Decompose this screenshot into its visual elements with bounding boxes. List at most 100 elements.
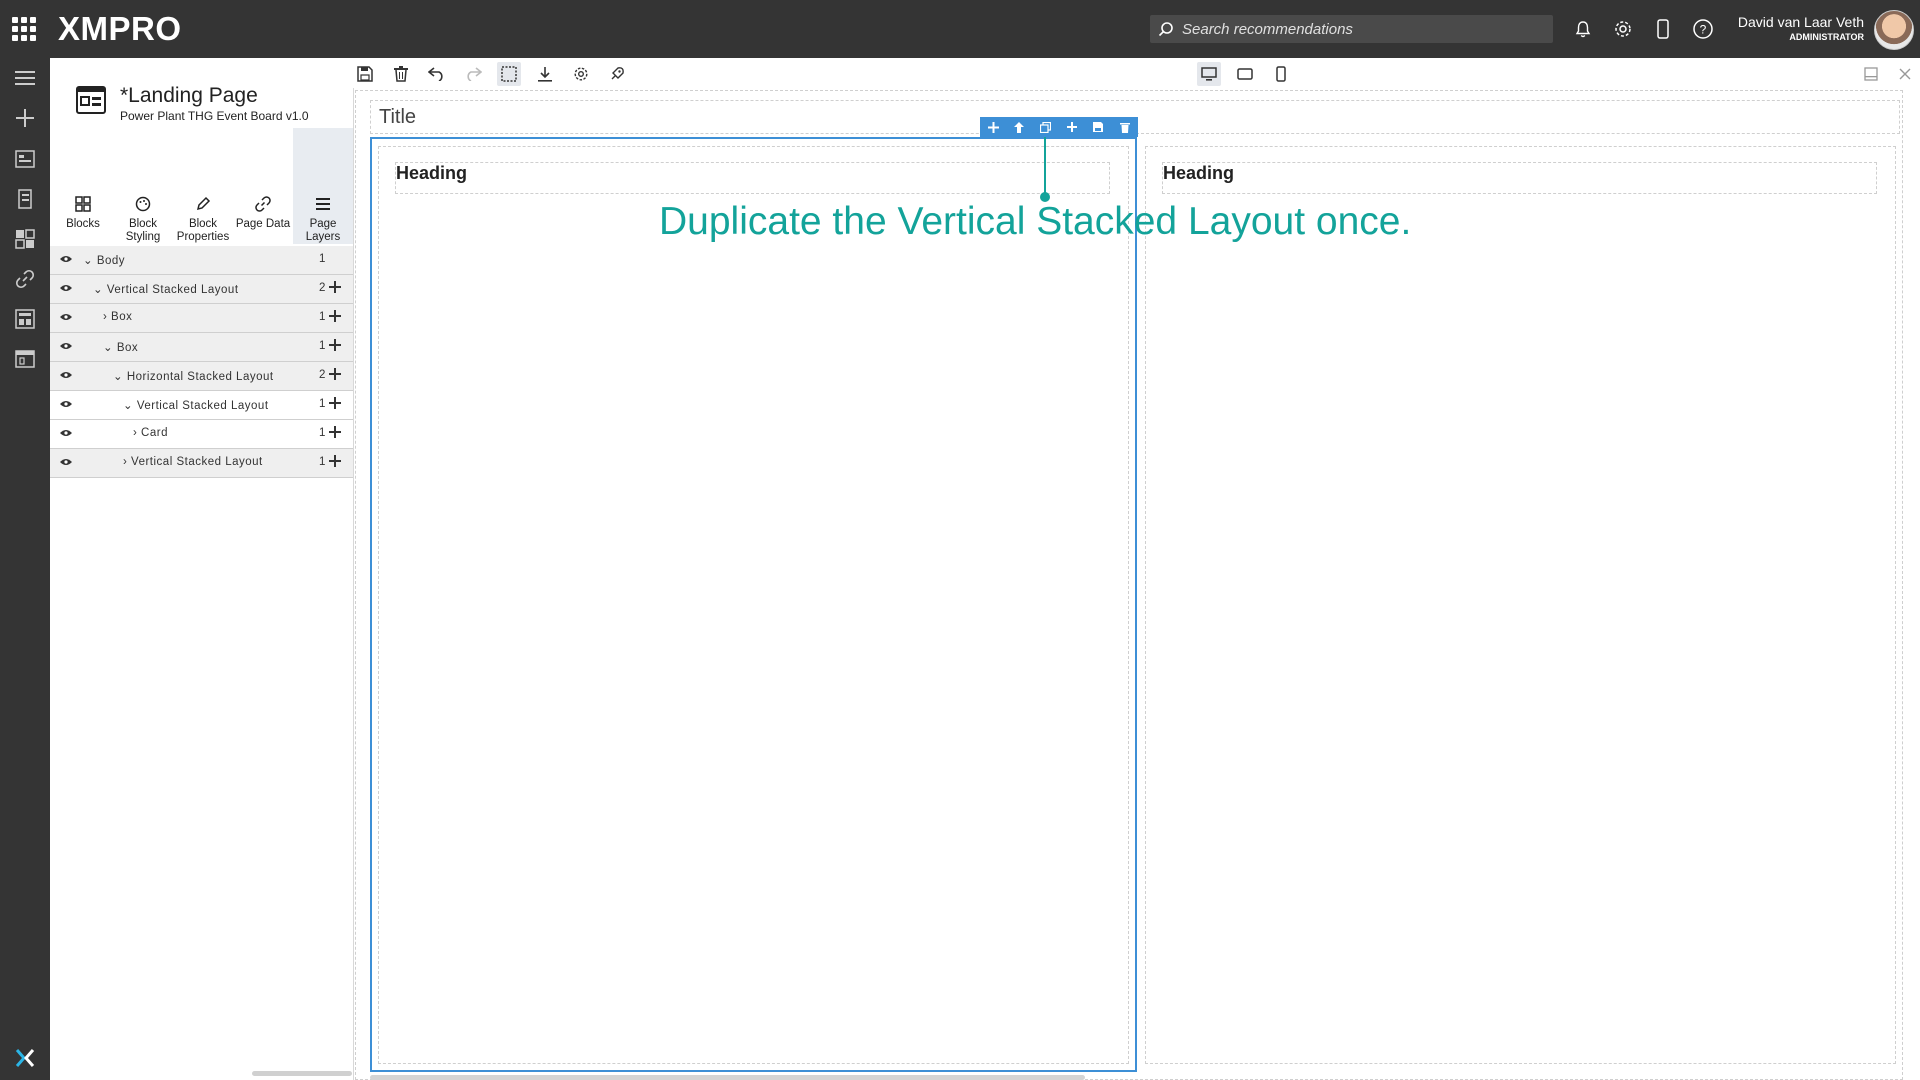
- tab-block-properties[interactable]: Block Properties: [173, 128, 233, 244]
- palette-icon: [135, 196, 151, 212]
- eye-icon[interactable]: [60, 255, 72, 263]
- eye-icon[interactable]: [60, 284, 72, 292]
- move-handle-icon[interactable]: [329, 310, 341, 322]
- layer-name: Card: [141, 427, 168, 439]
- user-name: David van Laar Veth: [1737, 14, 1864, 30]
- delete-icon[interactable]: [389, 62, 413, 86]
- layer-row-box[interactable]: › Box 1: [50, 304, 353, 333]
- chevron-down-icon[interactable]: ⌄: [103, 342, 113, 354]
- svg-text:?: ?: [1700, 23, 1707, 37]
- layer-row-vertical-stacked-layout[interactable]: ⌄ Vertical Stacked Layout 1: [50, 391, 353, 420]
- chevron-down-icon[interactable]: ⌄: [83, 255, 93, 267]
- tab-blocks-label: Blocks: [66, 218, 100, 230]
- layer-name: Vertical Stacked Layout: [106, 284, 239, 296]
- add-block-icon[interactable]: [1063, 118, 1081, 136]
- eye-icon[interactable]: [60, 371, 72, 379]
- block-actions-toolbar: [980, 117, 1138, 137]
- tab-block-styling[interactable]: Block Styling: [113, 128, 173, 244]
- duplicate-icon[interactable]: [1037, 118, 1055, 136]
- page-layers-tree: ⌄ Body 1 ⌄ Vertical Stacked Layout 2 › B…: [50, 246, 353, 478]
- settings-gear-icon[interactable]: [1610, 16, 1636, 42]
- move-handle-icon[interactable]: [329, 455, 341, 467]
- redo-icon[interactable]: [461, 62, 485, 86]
- eye-icon[interactable]: [60, 342, 72, 350]
- mobile-view-icon[interactable]: [1269, 62, 1293, 86]
- dashboard-icon[interactable]: [12, 226, 38, 252]
- download-icon[interactable]: [533, 62, 557, 86]
- page-subtitle: Power Plant THG Event Board v1.0: [120, 109, 309, 123]
- chevron-right-icon[interactable]: ›: [103, 311, 107, 323]
- tab-page-data[interactable]: Page Data: [233, 128, 293, 244]
- heading-text: Heading: [1163, 163, 1235, 183]
- tab-block-properties-label: Block Properties: [176, 218, 230, 243]
- tab-blocks[interactable]: Blocks: [53, 128, 113, 244]
- eye-icon[interactable]: [60, 400, 72, 408]
- add-icon[interactable]: [12, 105, 38, 131]
- move-handle-icon[interactable]: [329, 281, 341, 293]
- tablet-view-icon[interactable]: [1233, 62, 1257, 86]
- move-handle-icon[interactable]: [329, 368, 341, 380]
- desktop-view-icon[interactable]: [1197, 62, 1221, 86]
- layer-row-vertical-stacked-layout[interactable]: › Vertical Stacked Layout 1: [50, 449, 353, 478]
- layer-child-count: 2: [319, 369, 326, 381]
- publish-rocket-icon[interactable]: [605, 62, 629, 86]
- chevron-down-icon[interactable]: ⌄: [123, 400, 133, 412]
- mobile-device-icon[interactable]: [1650, 16, 1676, 42]
- pencil-icon: [196, 196, 211, 211]
- xmpro-logo[interactable]: XMPRO: [58, 10, 182, 48]
- eye-icon[interactable]: [60, 313, 72, 321]
- select-parent-icon[interactable]: [1010, 118, 1028, 136]
- layer-row-vertical-stacked-layout[interactable]: ⌄ Vertical Stacked Layout 2: [50, 275, 353, 304]
- data-stream-icon[interactable]: [12, 306, 38, 332]
- apps-list-icon[interactable]: [12, 146, 38, 172]
- xmpro-x-logo-icon[interactable]: [12, 1045, 38, 1071]
- hamburger-menu-icon[interactable]: [12, 65, 38, 91]
- layer-row-card[interactable]: › Card 1: [50, 420, 353, 449]
- left-nav: [0, 58, 50, 1080]
- search-input[interactable]: [1180, 19, 1544, 39]
- chevron-right-icon[interactable]: ›: [133, 427, 137, 439]
- save-icon[interactable]: [353, 62, 377, 86]
- user-info[interactable]: David van Laar Veth ADMINISTRATOR: [1738, 14, 1864, 42]
- maximize-icon[interactable]: [1859, 62, 1883, 86]
- page-designer-panel: *Landing Page Power Plant THG Event Boar…: [50, 58, 354, 1080]
- avatar[interactable]: [1874, 10, 1914, 50]
- title-text: Title: [379, 106, 417, 128]
- tab-page-data-label: Page Data: [235, 218, 291, 230]
- link-icon[interactable]: [12, 266, 38, 292]
- undo-icon[interactable]: [425, 62, 449, 86]
- selected-block-outline[interactable]: [370, 137, 1137, 1072]
- move-handle-icon[interactable]: [329, 397, 341, 409]
- move-icon[interactable]: [984, 118, 1002, 136]
- move-handle-icon[interactable]: [329, 339, 341, 351]
- search-box[interactable]: [1150, 15, 1553, 43]
- tab-page-layers[interactable]: Page Layers: [293, 128, 353, 244]
- layer-row-body[interactable]: ⌄ Body 1: [50, 246, 353, 275]
- panel-scrollbar[interactable]: [252, 1071, 352, 1076]
- layer-row-horizontal-stacked-layout[interactable]: ⌄ Horizontal Stacked Layout 2: [50, 362, 353, 391]
- save-block-icon[interactable]: [1089, 118, 1107, 136]
- right-heading[interactable]: Heading: [1162, 162, 1877, 194]
- help-icon[interactable]: ?: [1690, 16, 1716, 42]
- catalog-icon[interactable]: [12, 346, 38, 372]
- canvas-scrollbar[interactable]: [370, 1075, 1085, 1080]
- tab-block-styling-label: Block Styling: [125, 218, 161, 243]
- page-settings-gear-icon[interactable]: [569, 62, 593, 86]
- right-vertical-stacked-layout[interactable]: [1145, 146, 1896, 1064]
- bell-icon[interactable]: [1570, 16, 1596, 42]
- eye-icon[interactable]: [60, 458, 72, 466]
- layer-name: Vertical Stacked Layout: [136, 400, 269, 412]
- select-outline-icon[interactable]: [497, 62, 521, 86]
- delete-block-icon[interactable]: [1116, 118, 1134, 136]
- recommendations-icon[interactable]: [12, 186, 38, 212]
- tutorial-annotation: Duplicate the Vertical Stacked Layout on…: [659, 200, 1412, 243]
- move-handle-icon[interactable]: [329, 426, 341, 438]
- chevron-right-icon[interactable]: ›: [123, 456, 127, 468]
- chevron-down-icon[interactable]: ⌄: [113, 371, 123, 383]
- layer-row-box[interactable]: ⌄ Box 1: [50, 333, 353, 362]
- eye-icon[interactable]: [60, 429, 72, 437]
- chevron-down-icon[interactable]: ⌄: [93, 284, 103, 296]
- close-icon[interactable]: [1893, 62, 1917, 86]
- layers-icon: [316, 198, 330, 210]
- app-launcher-icon[interactable]: [12, 17, 36, 41]
